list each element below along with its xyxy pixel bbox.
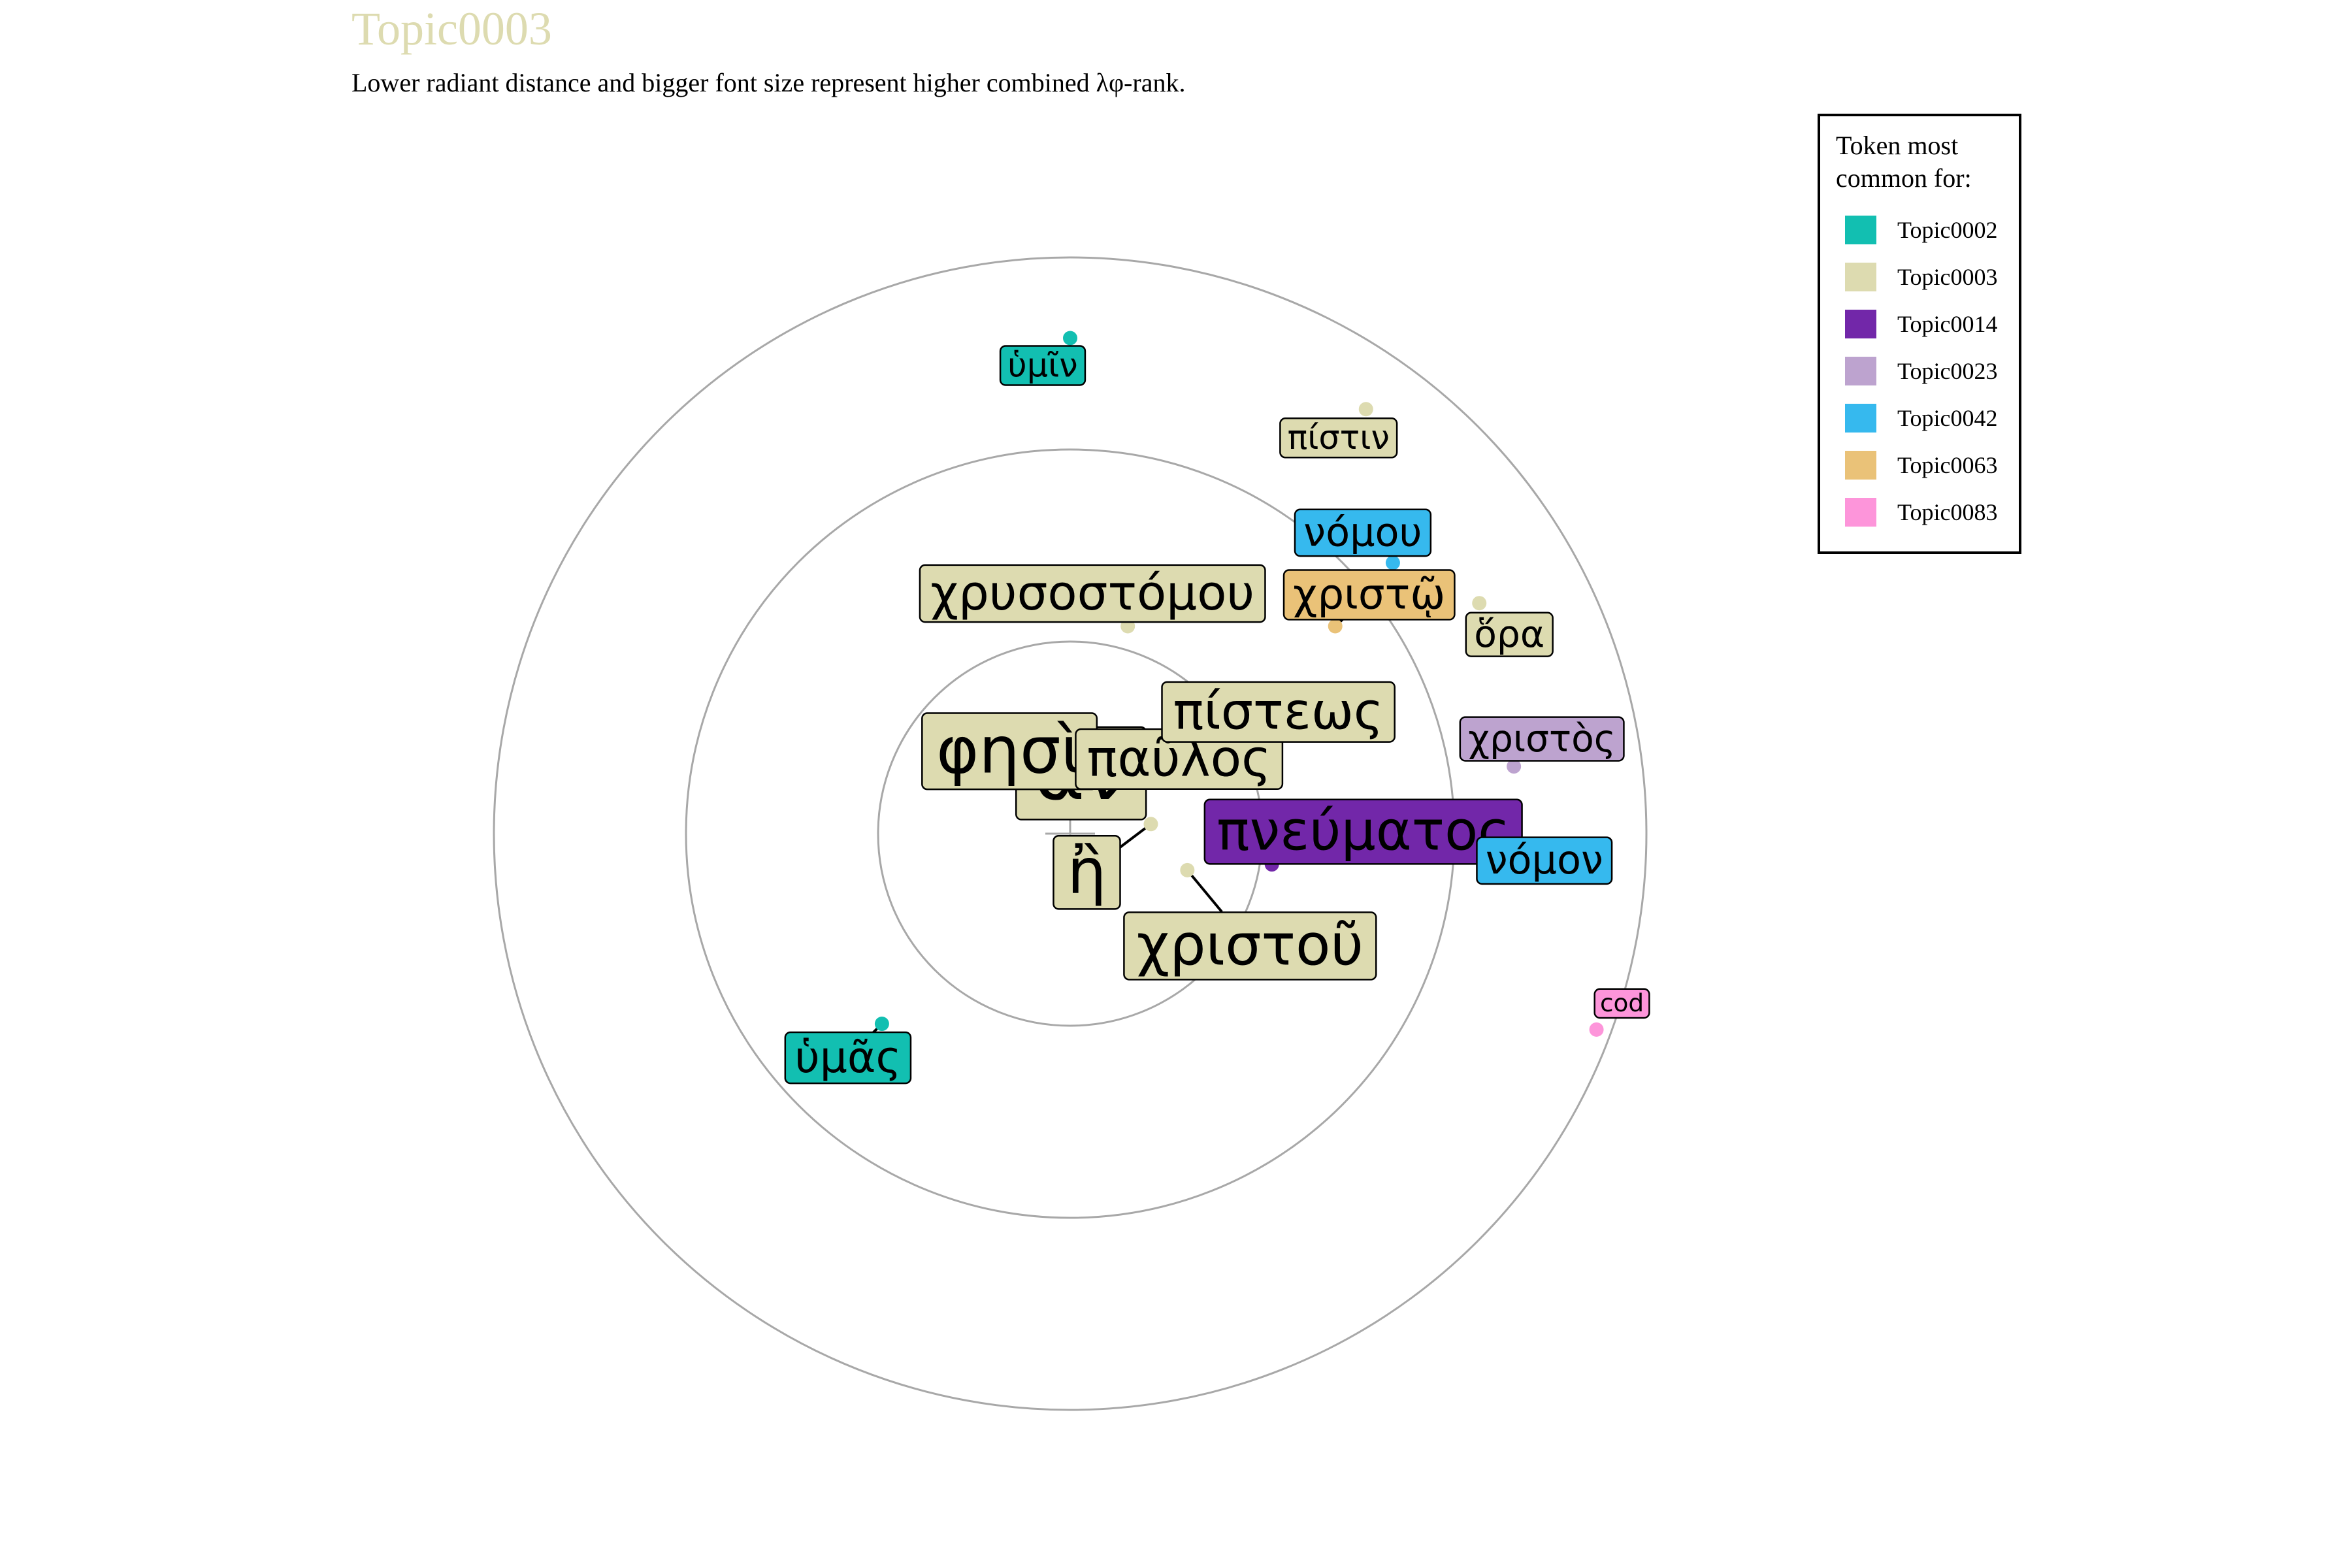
token-point-14 (1063, 331, 1077, 346)
token-label-text-7: πνεύματος (1217, 799, 1510, 863)
legend-title-line2: common for: (1836, 163, 1972, 193)
token-label-13: πίστιν (1279, 417, 1398, 459)
token-label-text-14: ὑμῖν (1007, 346, 1077, 384)
token-label-text-11: ὅρα (1474, 613, 1544, 656)
legend-swatch-topic0023 (1845, 357, 1876, 385)
legend-swatch-topic0002 (1845, 216, 1876, 244)
token-label-16: cod (1593, 988, 1650, 1019)
legend-label-topic0003: Topic0003 (1897, 264, 1997, 290)
legend: Token most common for: Topic0002 Topic000… (1818, 114, 2021, 554)
token-label-14: ὑμῖν (999, 345, 1086, 386)
token-label-text-9: νόμου (1303, 510, 1422, 555)
token-point-13 (1358, 402, 1373, 417)
token-label-text-15: ὑμᾶς (794, 1032, 901, 1083)
legend-label-topic0083: Topic0083 (1897, 499, 1997, 525)
token-label-text-6: χρυσοστόμου (930, 565, 1254, 621)
token-point-16 (1589, 1022, 1604, 1037)
token-label-text-1: φησὶ (936, 713, 1083, 788)
legend-swatch-topic0083 (1845, 498, 1876, 527)
token-point-4 (1180, 862, 1195, 877)
chart-subtitle: Lower radiant distance and bigger font s… (351, 68, 1185, 97)
legend-swatch-topic0063 (1845, 451, 1876, 480)
token-point-8 (1328, 619, 1343, 634)
token-label-5: πίστεως (1161, 681, 1396, 743)
token-label-11: ὅρα (1465, 612, 1554, 657)
radial-token-chart: Topic0003 Lower radiant distance and big… (351, 3, 2021, 1411)
token-label-7: πνεύματος (1203, 798, 1523, 865)
legend-swatch-topic0042 (1845, 404, 1876, 433)
token-label-1: φησὶ (921, 712, 1098, 791)
token-label-6: χρυσοστόμου (919, 564, 1266, 623)
token-label-15: ὑμᾶς (784, 1031, 912, 1085)
token-label-12: χριστὸς (1459, 716, 1625, 762)
token-label-9: νόμου (1294, 508, 1432, 557)
token-label-text-4: χριστοῦ (1137, 912, 1364, 979)
token-label-text-13: πίστιν (1288, 418, 1390, 457)
token-label-4: χριστοῦ (1123, 911, 1377, 981)
token-point-9 (1385, 555, 1400, 570)
token-label-text-5: πίστεως (1173, 682, 1384, 741)
legend-swatch-topic0003 (1845, 263, 1876, 291)
legend-swatch-topic0014 (1845, 310, 1876, 338)
legend-label-topic0063: Topic0063 (1897, 452, 1997, 478)
token-point-2 (1143, 817, 1158, 832)
token-label-text-10: νόμον (1486, 838, 1603, 883)
legend-label-topic0023: Topic0023 (1897, 358, 1997, 384)
legend-title-line1: Token most (1836, 131, 1958, 160)
token-label-text-16: cod (1600, 988, 1644, 1017)
token-label-text-12: χριστὸς (1468, 717, 1616, 760)
connector-4 (1186, 869, 1223, 913)
token-label-text-8: χριστῷ (1293, 570, 1445, 619)
legend-label-topic0002: Topic0002 (1897, 217, 1997, 243)
token-label-2: ἢ (1053, 834, 1121, 910)
token-point-15 (874, 1017, 889, 1032)
token-point-11 (1472, 596, 1487, 611)
chart-title: Topic0003 (351, 3, 552, 55)
legend-label-topic0042: Topic0042 (1897, 405, 1997, 431)
token-label-10: νόμον (1476, 836, 1613, 885)
legend-label-topic0014: Topic0014 (1897, 311, 1997, 337)
token-labels: ἂνφησὶἢπαῦλοςχριστοῦπίστεωςχρυσοστόμουπν… (784, 345, 1650, 1085)
token-label-text-2: ἢ (1067, 836, 1106, 908)
token-label-8: χριστῷ (1282, 569, 1456, 621)
